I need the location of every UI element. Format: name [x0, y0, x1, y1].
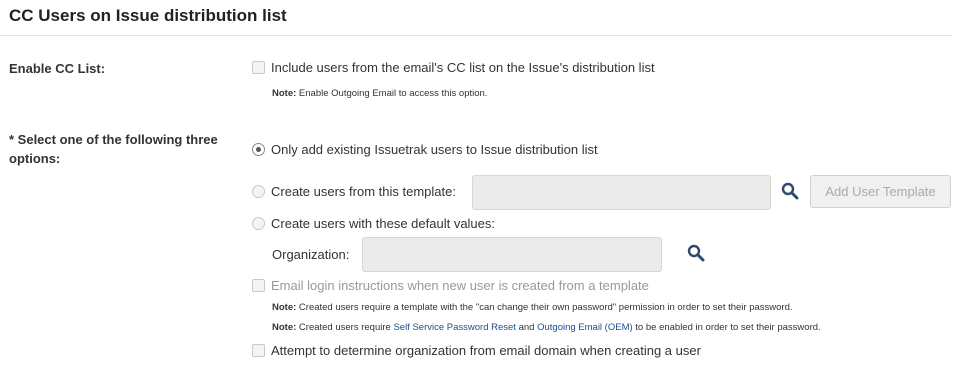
- email-login-label: Email login instructions when new user i…: [271, 278, 649, 293]
- determine-org-label: Attempt to determine organization from e…: [271, 343, 701, 358]
- determine-org-checkbox[interactable]: [252, 344, 265, 357]
- enable-cc-checkbox-label: Include users from the email's CC list o…: [271, 60, 655, 75]
- divider: [0, 35, 952, 36]
- template-search-icon[interactable]: [781, 182, 799, 200]
- options-label-line1: * Select one of the following three: [9, 132, 218, 147]
- organization-label: Organization:: [272, 247, 350, 262]
- email-login-row: Email login instructions when new user i…: [252, 278, 649, 293]
- organization-input[interactable]: [362, 237, 662, 272]
- options-label: * Select one of the following three opti…: [9, 130, 218, 168]
- enable-cc-note: Note: Enable Outgoing Email to access th…: [272, 88, 487, 99]
- template-input[interactable]: [472, 175, 771, 210]
- email-login-checkbox[interactable]: [252, 279, 265, 292]
- enable-cc-label: Enable CC List:: [9, 61, 106, 76]
- radio-default-values-row: Create users with these default values:: [252, 216, 495, 231]
- organization-search-icon[interactable]: [687, 244, 705, 262]
- radio-default-values-label: Create users with these default values:: [271, 216, 496, 231]
- self-service-password-reset-link[interactable]: Self Service Password Reset: [393, 322, 516, 333]
- add-user-template-button[interactable]: Add User Template: [810, 175, 951, 208]
- note-text: Created users require: [298, 322, 391, 333]
- enable-cc-checkbox[interactable]: [252, 61, 265, 74]
- note-text: and: [518, 322, 535, 333]
- radio-existing-users-label: Only add existing Issuetrak users to Iss…: [271, 142, 598, 157]
- options-label-line2: options:: [9, 151, 61, 166]
- determine-org-row: Attempt to determine organization from e…: [252, 343, 701, 358]
- radio-template-label: Create users from this template:: [271, 184, 456, 199]
- radio-template-row: Create users from this template:: [252, 184, 456, 199]
- note-prefix: Note:: [272, 322, 297, 333]
- radio-default-values[interactable]: [252, 217, 265, 230]
- note-text: to be enabled in order to set their pass…: [635, 322, 821, 333]
- outgoing-email-link[interactable]: Outgoing Email (OEM): [537, 322, 633, 333]
- radio-existing-users-row: Only add existing Issuetrak users to Iss…: [252, 142, 598, 157]
- radio-existing-users[interactable]: [252, 143, 265, 156]
- note-text: Created users require a template with th…: [298, 302, 793, 313]
- email-login-note-1: Note: Created users require a template w…: [272, 302, 793, 313]
- note-prefix: Note:: [272, 88, 297, 99]
- note-text: Enable Outgoing Email to access this opt…: [298, 88, 488, 99]
- page-title: CC Users on Issue distribution list: [9, 6, 287, 25]
- email-login-note-2: Note: Created users require Self Service…: [272, 322, 821, 333]
- radio-template[interactable]: [252, 185, 265, 198]
- note-prefix: Note:: [272, 302, 297, 313]
- enable-cc-row: Include users from the email's CC list o…: [252, 60, 655, 75]
